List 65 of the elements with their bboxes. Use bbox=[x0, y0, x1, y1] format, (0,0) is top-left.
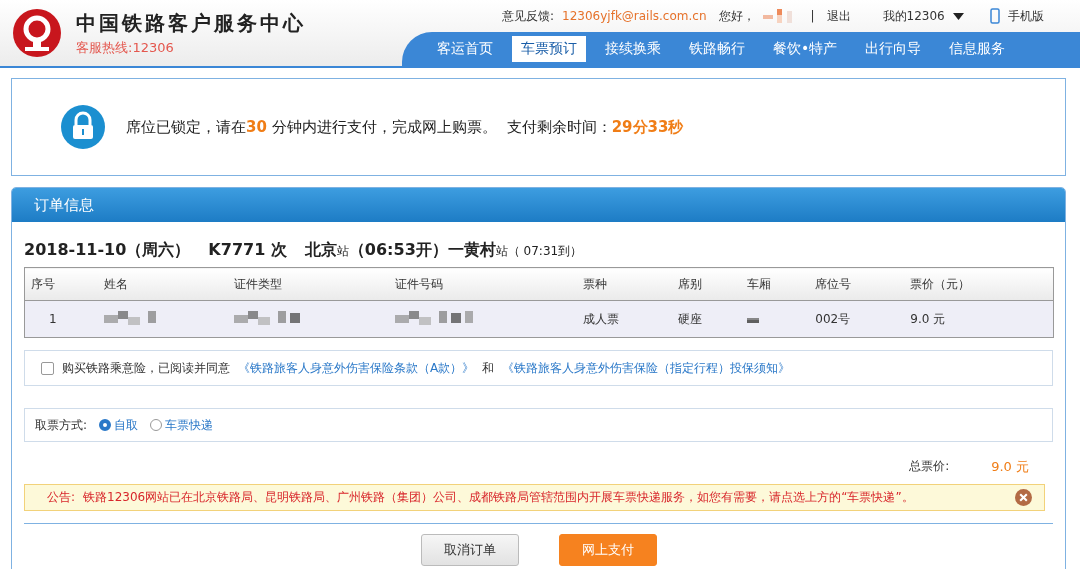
site-title: 中国铁路客户服务中心 bbox=[76, 9, 306, 37]
phone-icon[interactable] bbox=[989, 8, 1000, 24]
separator-text: | bbox=[810, 9, 815, 23]
logout-link[interactable]: 退出 bbox=[826, 7, 851, 25]
nav-tab[interactable]: 餐饮•特产 bbox=[764, 36, 847, 62]
dropdown-caret-icon[interactable] bbox=[952, 12, 964, 20]
remaining-time-label: 支付剩余时间： bbox=[506, 117, 612, 137]
panel-title: 订单信息 bbox=[34, 195, 94, 215]
railway-logo bbox=[12, 8, 62, 58]
radio-button[interactable] bbox=[99, 419, 112, 431]
column-header: 姓名 bbox=[97, 267, 229, 301]
column-header: 票种 bbox=[577, 267, 673, 301]
table-cell: 002号 bbox=[815, 311, 851, 326]
column-header: 车厢 bbox=[740, 267, 810, 301]
total-price: 9.0 元 bbox=[991, 458, 1029, 476]
total-price-label: 总票价: bbox=[909, 458, 950, 475]
redacted-value-drawing bbox=[234, 310, 301, 325]
nav-tab[interactable]: 客运首页 bbox=[428, 36, 502, 62]
remaining-time: 29分33秒 bbox=[611, 117, 684, 137]
greeting-text: 您好， bbox=[718, 7, 755, 25]
insurance-text: 购买铁路乘意险，已阅读并同意 bbox=[62, 359, 230, 377]
radio-button[interactable] bbox=[150, 419, 163, 431]
nav-tab[interactable]: 信息服务 bbox=[940, 36, 1015, 62]
trip-info-text: （ 07:31到） bbox=[507, 243, 583, 260]
radio-label[interactable]: 车票快递 bbox=[165, 416, 214, 434]
table-cell: 成人票 bbox=[583, 311, 620, 326]
trip-info-text: （06:53开）一黄村 bbox=[348, 240, 496, 261]
lock-icon bbox=[60, 104, 106, 150]
insurance-notice-link[interactable]: 《铁路旅客人身意外伤害保险（指定行程）投保须知》 bbox=[502, 359, 791, 377]
feedback-email-link[interactable]: 12306yjfk@rails.com.cn bbox=[562, 9, 707, 23]
trip-info-text: 站 bbox=[495, 244, 508, 260]
trip-info-text: K7771 次 bbox=[208, 240, 287, 261]
table-cell: 9.0 元 bbox=[910, 311, 946, 326]
trip-info-text: 北京 bbox=[304, 240, 337, 261]
nav-tab[interactable]: 接续换乘 bbox=[596, 36, 670, 62]
and-text: 和 bbox=[482, 359, 495, 377]
redacted-value-drawing bbox=[103, 310, 156, 325]
announcement-text: 铁路12306网站已在北京铁路局、昆明铁路局、广州铁路（集团）公司、成都铁路局管辖范围内开展车票快递服务，如您有需要，请点选上方的“车票快递”。 bbox=[83, 489, 914, 506]
column-header: 证件类型 bbox=[228, 267, 390, 301]
radio-label[interactable]: 自取 bbox=[114, 416, 139, 434]
insurance-terms-link[interactable]: 《铁路旅客人身意外伤害保险条款（A款）》 bbox=[238, 359, 475, 377]
pickup-label: 取票方式: bbox=[35, 416, 88, 434]
redacted-value-drawing bbox=[746, 318, 759, 323]
nav-tab[interactable]: 铁路畅行 bbox=[680, 36, 754, 62]
trip-info-text: 站 bbox=[336, 244, 349, 260]
table-cell: 1 bbox=[49, 312, 57, 326]
lock-message: 席位已锁定，请在30 分钟内进行支付，完成网上购票。 bbox=[126, 117, 497, 137]
insurance-checkbox[interactable] bbox=[41, 361, 54, 375]
nav-tab[interactable]: 车票预订 bbox=[512, 36, 586, 62]
feedback-label: 意见反馈: bbox=[502, 7, 555, 25]
trip-info-text: 2018-11-10（周六） bbox=[24, 240, 191, 261]
table-cell: 硬座 bbox=[678, 311, 703, 326]
announcement-label: 公告: bbox=[47, 489, 76, 506]
nav-tab[interactable]: 出行向导 bbox=[856, 36, 931, 62]
close-icon[interactable] bbox=[1015, 489, 1032, 506]
hotline-text: 客服热线:12306 bbox=[76, 38, 175, 57]
mobile-version-link[interactable]: 手机版 bbox=[1007, 7, 1044, 25]
pay-button[interactable]: 网上支付 bbox=[558, 534, 657, 566]
column-header: 票价（元） bbox=[904, 267, 1054, 301]
column-header: 席位号 bbox=[809, 267, 905, 301]
column-header: 序号 bbox=[24, 267, 98, 301]
my-account-menu[interactable]: 我的12306 bbox=[882, 7, 945, 25]
column-header: 证件号码 bbox=[389, 267, 578, 301]
cancel-button[interactable]: 取消订单 bbox=[420, 534, 519, 566]
column-header: 席别 bbox=[672, 267, 741, 301]
